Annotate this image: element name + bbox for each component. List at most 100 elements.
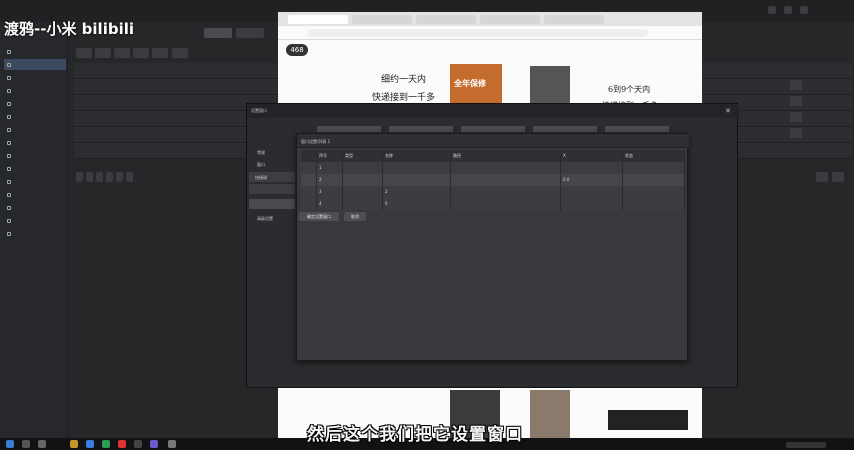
sidebar-item[interactable] <box>4 228 66 239</box>
table-cell <box>623 162 685 174</box>
mini-button[interactable] <box>106 172 113 182</box>
table-cell <box>383 174 451 186</box>
close-icon[interactable] <box>800 6 808 14</box>
mini-button[interactable] <box>116 172 123 182</box>
app-icon <box>7 140 11 145</box>
column-header[interactable]: 状态 <box>623 150 685 162</box>
sidebar-item[interactable] <box>4 98 66 109</box>
row-select-header[interactable] <box>301 150 317 162</box>
video-subtitle: 然后这个我们把它设置窗口 <box>307 425 523 445</box>
dialog-nav-item[interactable] <box>249 184 295 194</box>
address-bar[interactable] <box>278 26 702 40</box>
product-label: 全年保修 <box>454 79 486 88</box>
row-checkbox[interactable] <box>301 174 317 186</box>
app-icon[interactable] <box>168 440 176 448</box>
confirm-button[interactable]: 确定设置窗口 <box>299 212 339 221</box>
sidebar-item[interactable] <box>4 137 66 148</box>
dialog-nav-item-active[interactable] <box>249 199 295 209</box>
toolbar-button[interactable] <box>236 28 264 38</box>
url-field[interactable] <box>308 29 648 37</box>
row-checkbox[interactable] <box>301 198 317 210</box>
sidebar-item[interactable] <box>4 189 66 200</box>
app-icon <box>7 75 11 80</box>
sidebar-item[interactable] <box>4 176 66 187</box>
toolbar-button[interactable] <box>133 48 149 58</box>
row-action[interactable] <box>790 128 802 138</box>
sidebar-item[interactable] <box>4 46 66 57</box>
sidebar-item[interactable] <box>4 124 66 135</box>
dialog-nav-item[interactable]: 常规 <box>257 150 265 156</box>
browser-tab[interactable] <box>544 15 604 24</box>
sidebar-item[interactable] <box>4 111 66 122</box>
browser-tab[interactable] <box>416 15 476 24</box>
app-icon[interactable] <box>118 440 126 448</box>
sidebar-item[interactable] <box>4 72 66 83</box>
sidebar-item[interactable] <box>4 85 66 96</box>
column-header[interactable]: 类型 <box>343 150 383 162</box>
dialog-tab[interactable] <box>605 126 669 132</box>
sidebar-item-active[interactable] <box>4 59 66 70</box>
dialog-title: 设置窗口 <box>251 108 267 113</box>
table-row-selected[interactable]: 2 0.0 <box>301 174 685 186</box>
app-icon[interactable] <box>134 440 142 448</box>
dialog-title-bar: 设置窗口 ✕ <box>247 104 739 118</box>
app-icon[interactable] <box>86 440 94 448</box>
app-icon <box>7 153 11 158</box>
browser-tab[interactable] <box>480 15 540 24</box>
pager-button[interactable] <box>832 172 844 182</box>
mini-button[interactable] <box>86 172 93 182</box>
table-row[interactable]: 3 2 <box>301 186 685 198</box>
sidebar-item[interactable] <box>4 202 66 213</box>
dialog-tab[interactable] <box>389 126 453 132</box>
toolbar-button[interactable] <box>204 28 232 38</box>
dialog-tab[interactable] <box>533 126 597 132</box>
column-header[interactable]: X <box>561 150 623 162</box>
cancel-button[interactable]: 取消 <box>344 212 366 221</box>
sidebar-item[interactable] <box>4 150 66 161</box>
sidebar-item[interactable] <box>4 163 66 174</box>
browser-tab[interactable] <box>352 15 412 24</box>
table-cell <box>451 174 561 186</box>
browser-tab[interactable] <box>288 15 348 24</box>
product-image[interactable] <box>608 410 688 430</box>
row-checkbox[interactable] <box>301 186 317 198</box>
table-row[interactable]: 1 <box>301 162 685 174</box>
table-cell: 2 <box>317 174 343 186</box>
row-action[interactable] <box>790 80 802 90</box>
mini-button[interactable] <box>76 172 83 182</box>
row-checkbox[interactable] <box>301 162 317 174</box>
app-icon <box>7 101 11 106</box>
table-cell <box>343 186 383 198</box>
row-action[interactable] <box>790 96 802 106</box>
folder-icon[interactable] <box>70 440 78 448</box>
dialog-tab[interactable] <box>317 126 381 132</box>
minimize-icon[interactable] <box>768 6 776 14</box>
taskview-icon[interactable] <box>38 440 46 448</box>
app-icon[interactable] <box>102 440 110 448</box>
product-image[interactable] <box>530 390 570 438</box>
start-icon[interactable] <box>6 440 14 448</box>
dialog-nav-item[interactable]: 快捷键 <box>249 172 295 182</box>
system-tray[interactable] <box>786 442 826 448</box>
maximize-icon[interactable] <box>784 6 792 14</box>
table-row[interactable]: 4 0 <box>301 198 685 210</box>
row-action[interactable] <box>790 112 802 122</box>
column-header[interactable]: 路径 <box>451 150 561 162</box>
column-header[interactable]: 名称 <box>383 150 451 162</box>
column-header[interactable]: 序号 <box>317 150 343 162</box>
dialog-nav-item[interactable]: 高级设置 <box>257 216 273 222</box>
dialog-tab[interactable] <box>461 126 525 132</box>
toolbar-button[interactable] <box>114 48 130 58</box>
pager-button[interactable] <box>816 172 828 182</box>
toolbar-button[interactable] <box>172 48 188 58</box>
app-icon[interactable] <box>150 440 158 448</box>
mini-button[interactable] <box>96 172 103 182</box>
toolbar-button[interactable] <box>152 48 168 58</box>
search-icon[interactable] <box>22 440 30 448</box>
dialog-nav-item[interactable]: 窗口 <box>257 162 265 168</box>
toolbar-button[interactable] <box>76 48 92 58</box>
mini-button[interactable] <box>126 172 133 182</box>
sidebar-item[interactable] <box>4 215 66 226</box>
toolbar-button[interactable] <box>95 48 111 58</box>
close-icon[interactable]: ✕ <box>725 107 733 115</box>
